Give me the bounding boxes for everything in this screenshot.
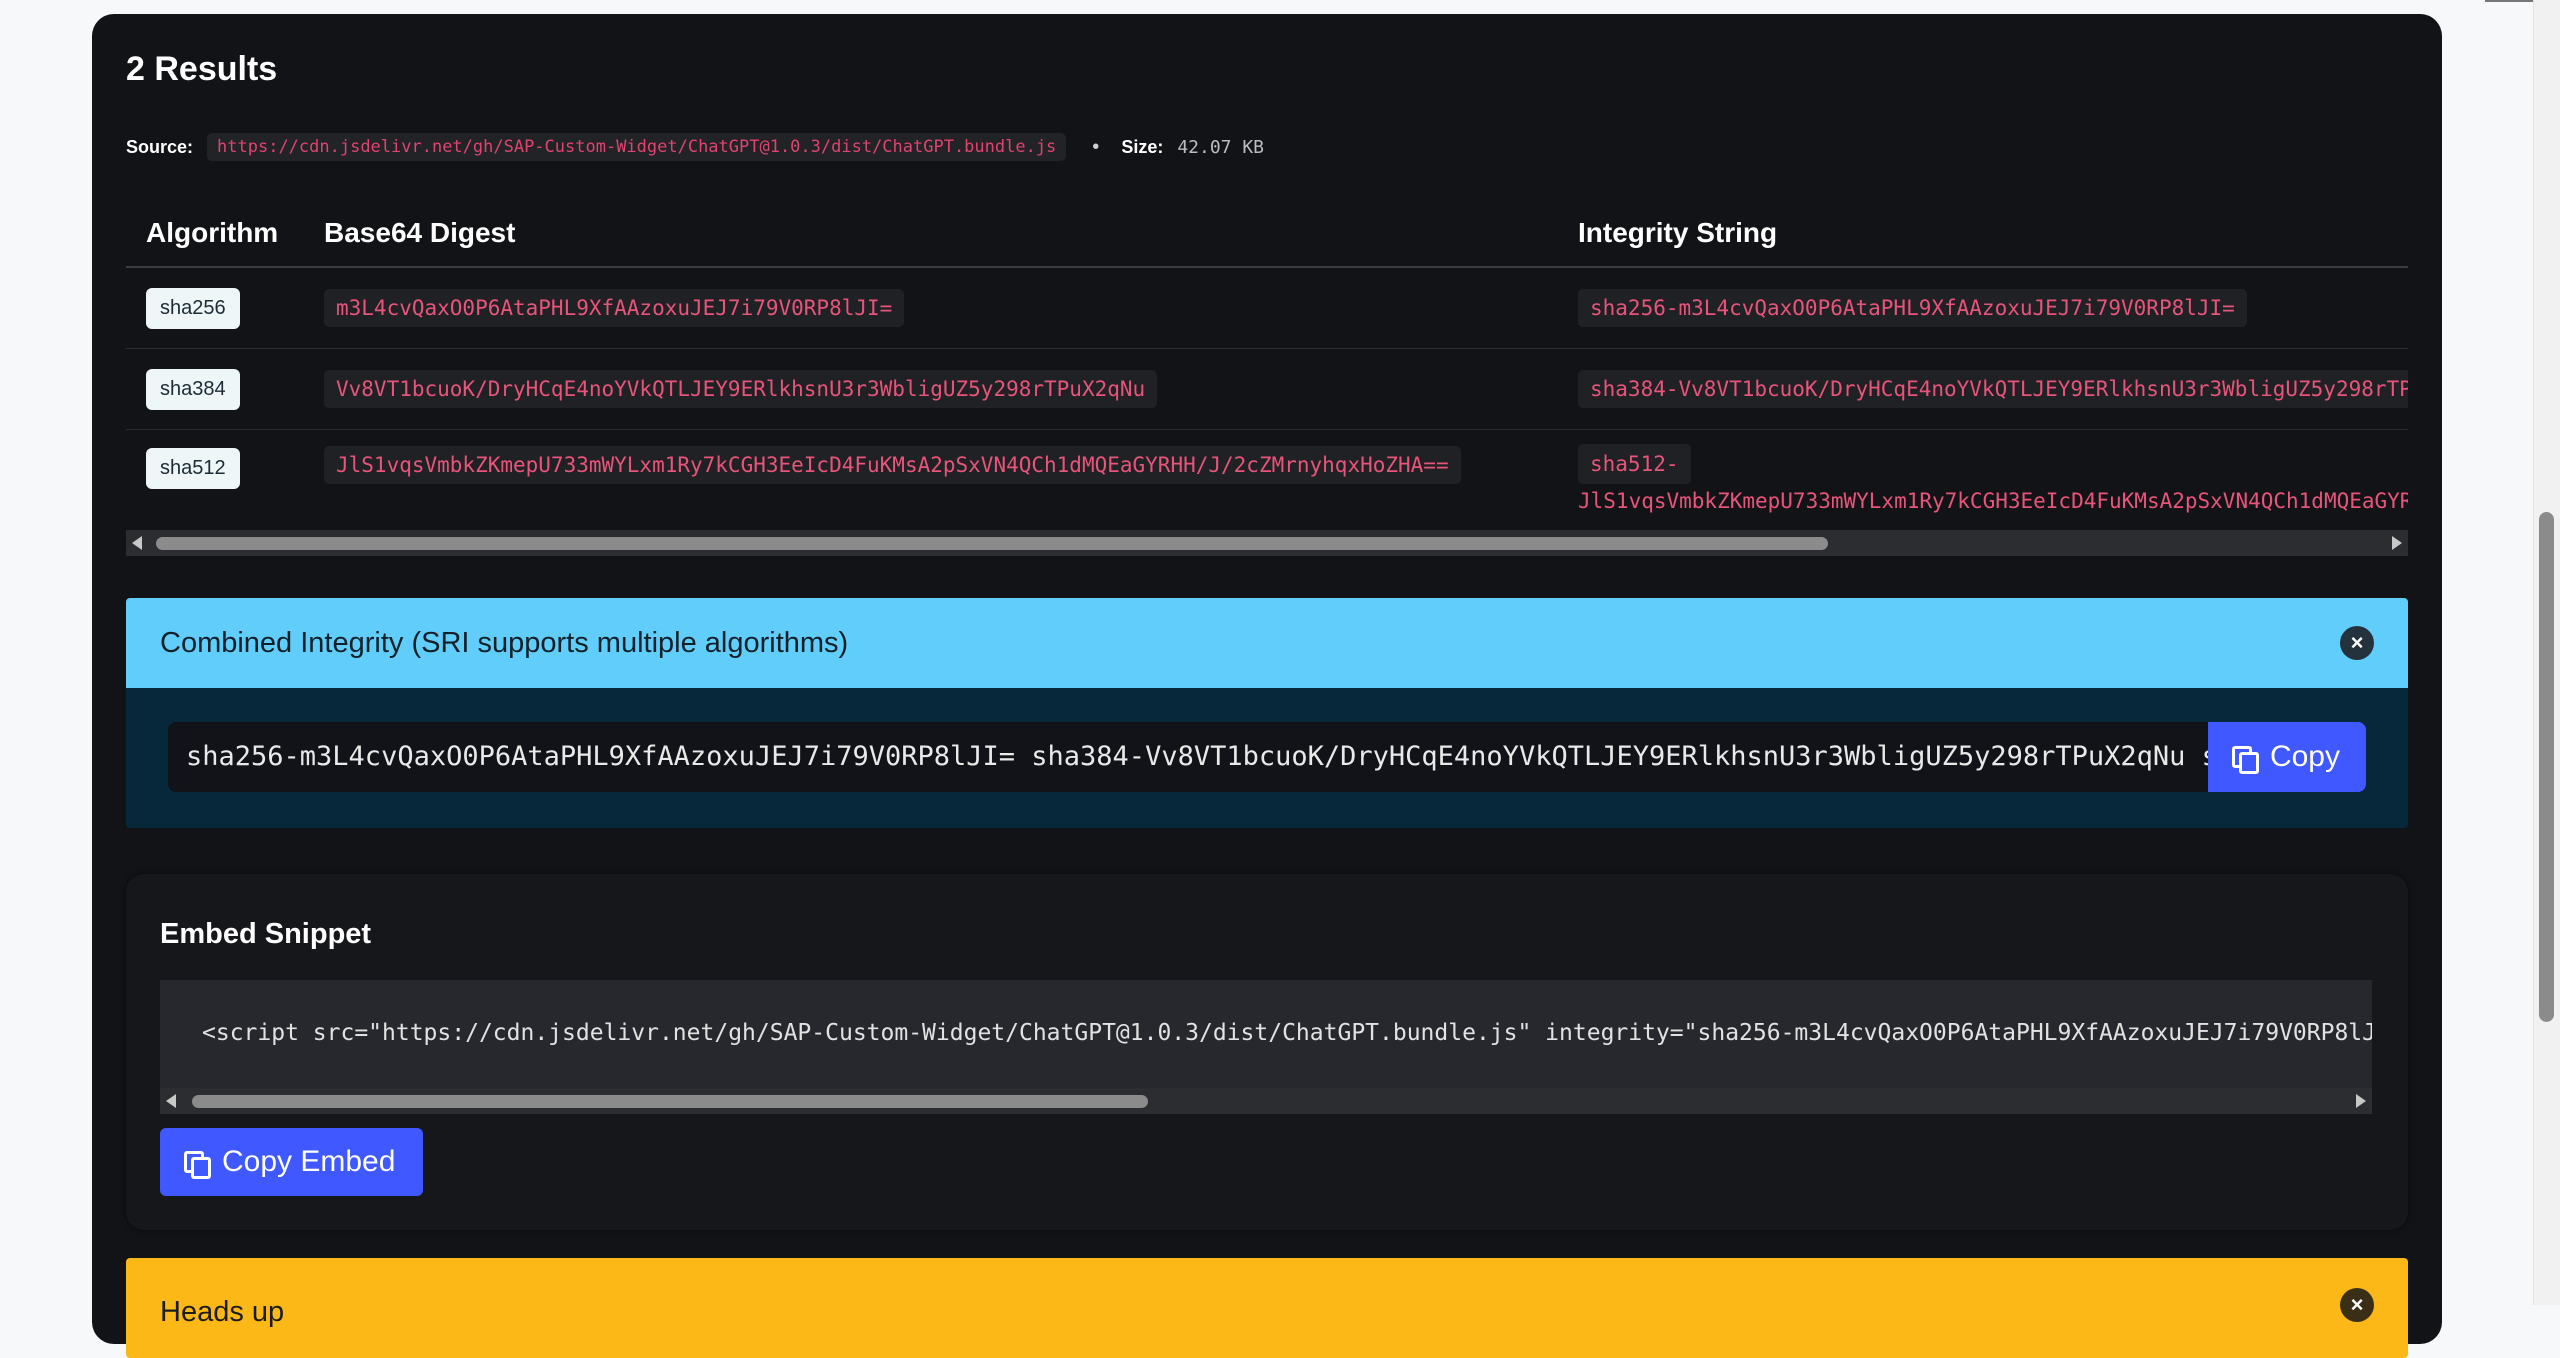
size-value: 42.07 KB (1177, 136, 1265, 158)
column-header-integrity: Integrity String (1558, 200, 2408, 268)
combined-integrity-field[interactable]: sha256-m3L4cvQaxO0P6AtaPHL9XfAAzoxuJEJ7i… (168, 722, 2208, 792)
integrity-value: sha384-Vv8VT1bcuoK/DryHCqE4noYVkQTLJEY9E… (1578, 370, 2408, 408)
digest-value: m3L4cvQaxO0P6AtaPHL9XfAAzoxuJEJ7i79V0RP8… (324, 289, 905, 327)
copy-embed-button[interactable]: Copy Embed (160, 1128, 424, 1196)
table-header-row: Algorithm Base64 Digest Integrity String (126, 200, 2408, 268)
hash-table-container: Algorithm Base64 Digest Integrity String… (126, 200, 2408, 570)
combined-integrity-row: sha256-m3L4cvQaxO0P6AtaPHL9XfAAzoxuJEJ7i… (168, 722, 2366, 792)
table-row: sha256 m3L4cvQaxO0P6AtaPHL9XfAAzoxuJEJ7i… (126, 267, 2408, 349)
table-row: sha512 JlS1vqsVmbkZKmepU733mWYLxm1Ry7kCG… (126, 429, 2408, 540)
copy-button[interactable]: Copy (2207, 722, 2366, 792)
digest-value: Vv8VT1bcuoK/DryHCqE4noYVkQTLJEY9ERlkhsnU… (324, 370, 1158, 408)
algorithm-badge: sha256 (146, 287, 240, 329)
table-row: sha384 Vv8VT1bcuoK/DryHCqE4noYVkQTLJEY9E… (126, 348, 2408, 430)
source-label: Source: (126, 136, 194, 157)
window-top-edge (2485, 0, 2533, 2)
size-label: Size: (1121, 136, 1164, 157)
source-url: https://cdn.jsdelivr.net/gh/SAP-Custom-W… (207, 133, 1067, 161)
integrity-prefix: sha512- (1578, 444, 1691, 484)
copy-embed-label: Copy Embed (222, 1145, 396, 1178)
embed-code-block[interactable]: <script src="https://cdn.jsdelivr.net/gh… (160, 980, 2372, 1088)
integrity-value: sha256-m3L4cvQaxO0P6AtaPHL9XfAAzoxuJEJ7i… (1578, 289, 2247, 327)
copy-icon (184, 1151, 211, 1179)
scrollbar-thumb[interactable] (156, 537, 1828, 550)
close-icon[interactable]: × (2340, 1288, 2374, 1322)
heads-up-alert: Heads up × (126, 1258, 2408, 1358)
scroll-left-arrow-icon[interactable] (132, 536, 142, 550)
combined-integrity-panel: Combined Integrity (SRI supports multipl… (126, 598, 2408, 828)
separator-dot: • (1092, 135, 1100, 158)
integrity-value: sha512- JlS1vqsVmbkZKmepU733mWYLxm1Ry7kC… (1558, 429, 2408, 540)
embed-snippet-title: Embed Snippet (160, 918, 372, 950)
heads-up-title: Heads up (160, 1296, 285, 1328)
combined-integrity-header: Combined Integrity (SRI supports multipl… (126, 598, 2408, 688)
scrollbar-thumb[interactable] (192, 1095, 1148, 1108)
scroll-left-arrow-icon[interactable] (166, 1094, 176, 1108)
page-vertical-scrollbar[interactable] (2533, 0, 2560, 1305)
algorithm-badge: sha512 (146, 448, 240, 489)
copy-button-label: Copy (2269, 740, 2340, 773)
copy-icon (2231, 746, 2259, 774)
embed-snippet-card: Embed Snippet <script src="https://cdn.j… (126, 874, 2408, 1230)
column-header-algorithm: Algorithm (126, 200, 304, 268)
embed-code-text: <script src="https://cdn.jsdelivr.net/gh… (202, 1020, 2372, 1046)
integrity-remainder: JlS1vqsVmbkZKmepU733mWYLxm1Ry7kCGH3EeIcD… (1578, 489, 2408, 513)
table-horizontal-scrollbar[interactable] (126, 530, 2408, 556)
column-header-digest: Base64 Digest (304, 200, 1558, 268)
source-meta: Source: https://cdn.jsdelivr.net/gh/SAP-… (126, 132, 1264, 162)
scroll-right-arrow-icon[interactable] (2392, 536, 2402, 550)
page-scrollbar-thumb[interactable] (2539, 512, 2554, 1022)
results-card: 2 Results Source: https://cdn.jsdelivr.n… (92, 14, 2442, 1358)
algorithm-badge: sha384 (146, 368, 240, 410)
results-title: 2 Results (126, 50, 278, 88)
embed-horizontal-scrollbar[interactable] (160, 1088, 2372, 1114)
scroll-right-arrow-icon[interactable] (2356, 1094, 2366, 1108)
hash-table: Algorithm Base64 Digest Integrity String… (126, 200, 2408, 540)
combined-integrity-title: Combined Integrity (SRI supports multipl… (160, 626, 849, 659)
digest-value: JlS1vqsVmbkZKmepU733mWYLxm1Ry7kCGH3EeIcD… (324, 446, 1461, 484)
close-icon[interactable]: × (2340, 626, 2374, 660)
